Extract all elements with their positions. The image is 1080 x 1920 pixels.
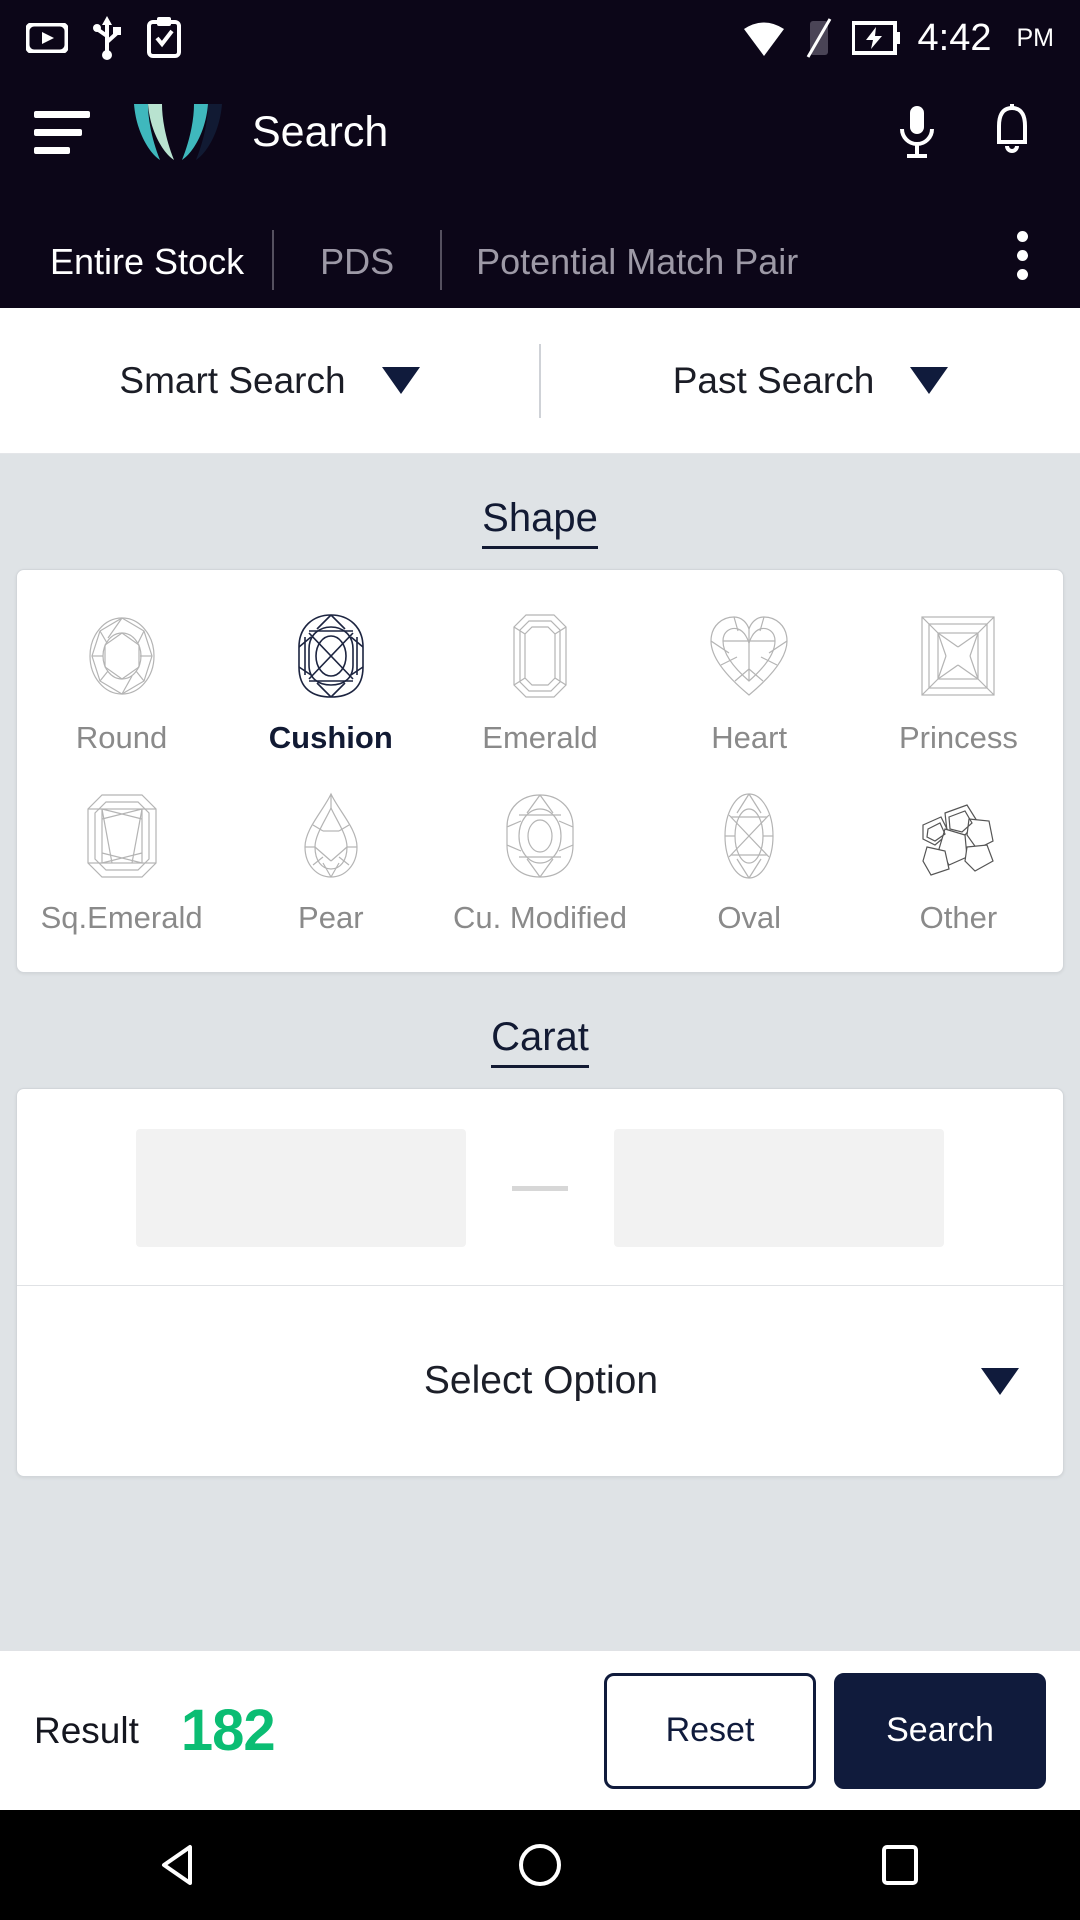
- app-bar-actions: [894, 103, 1046, 161]
- smart-search-label: Smart Search: [119, 359, 346, 401]
- shape-option-emerald[interactable]: Emerald: [435, 586, 644, 766]
- chevron-down-icon: [910, 367, 949, 394]
- other-diamonds-icon: [915, 790, 1001, 882]
- home-circle-icon[interactable]: [465, 1810, 615, 1920]
- tab-pds[interactable]: PDS: [274, 234, 440, 290]
- recents-square-icon[interactable]: [825, 1810, 975, 1920]
- app-screen: 4:42 PM Search Entire Stock PDS Potentia…: [0, 0, 1080, 1920]
- shape-section-title: Shape: [0, 454, 1080, 551]
- shape-option-oval[interactable]: Oval: [645, 766, 854, 946]
- shape-label: Other: [919, 900, 998, 935]
- status-bar: 4:42 PM: [0, 0, 1080, 76]
- android-nav-bar: [0, 1810, 1080, 1920]
- round-diamond-icon: [82, 610, 162, 702]
- shape-option-sq-emerald[interactable]: Sq.Emerald: [17, 766, 226, 946]
- status-bar-time: 4:42: [917, 16, 992, 59]
- status-bar-left-icons: [26, 16, 182, 60]
- status-bar-right-icons: 4:42 PM: [742, 17, 1054, 60]
- shape-label: Heart: [711, 720, 788, 755]
- brand: Search: [126, 100, 388, 164]
- shape-option-other[interactable]: Other: [854, 766, 1063, 946]
- past-search-label: Past Search: [672, 359, 875, 401]
- carat-range-row: [17, 1089, 1063, 1285]
- clipboard-check-icon: [146, 16, 182, 60]
- youtube-icon: [26, 23, 68, 53]
- app-bar: Search: [0, 76, 1080, 188]
- microphone-icon[interactable]: [894, 103, 940, 161]
- princess-diamond-icon: [918, 610, 998, 702]
- shape-label: Emerald: [482, 720, 598, 755]
- square-emerald-diamond-icon: [84, 790, 160, 882]
- shape-grid: Round Cushion Emerald Heart Princess Sq.…: [17, 570, 1063, 972]
- kebab-menu-icon[interactable]: [992, 220, 1052, 290]
- sim-off-icon: [804, 17, 834, 59]
- search-button[interactable]: Search: [834, 1672, 1046, 1789]
- shape-label: Cu. Modified: [452, 900, 627, 935]
- chevron-down-icon: [981, 1367, 1019, 1395]
- tab-entire-stock[interactable]: Entire Stock: [28, 234, 272, 290]
- cushion-diamond-icon: [295, 610, 367, 702]
- shape-label: Pear: [298, 900, 364, 935]
- reset-button[interactable]: Reset: [604, 1672, 816, 1789]
- carat-section-title: Carat: [0, 973, 1080, 1070]
- shape-option-princess[interactable]: Princess: [854, 586, 1063, 766]
- notification-bell-icon[interactable]: [988, 104, 1036, 160]
- shape-option-heart[interactable]: Heart: [645, 586, 854, 766]
- shape-option-cushion[interactable]: Cushion: [226, 586, 435, 766]
- wifi-icon: [742, 18, 786, 58]
- shape-label: Oval: [717, 900, 782, 935]
- footer-actions: Reset Search: [604, 1672, 1046, 1789]
- cushion-modified-icon: [503, 790, 577, 882]
- usb-icon: [92, 16, 122, 60]
- pear-diamond-icon: [301, 790, 361, 882]
- status-bar-ampm: PM: [1016, 23, 1055, 52]
- carat-card: Select Option: [16, 1088, 1064, 1477]
- carat-select-label: Select Option: [423, 1359, 659, 1402]
- search-mode-bar: Smart Search Past Search: [0, 308, 1080, 454]
- footer-bar: Result 182 Reset Search: [0, 1650, 1080, 1810]
- page-title: Search: [252, 107, 389, 156]
- wave-logo: [126, 100, 230, 164]
- shape-label: Princess: [898, 720, 1018, 755]
- battery-charging-icon: [851, 21, 900, 55]
- tab-potential-match-pair[interactable]: Potential Match Pair: [442, 234, 832, 290]
- oval-diamond-icon: [721, 790, 777, 882]
- result-count: 182: [180, 1698, 276, 1763]
- carat-range-dash: [512, 1185, 568, 1191]
- smart-search-dropdown[interactable]: Smart Search: [0, 308, 539, 453]
- carat-select-option-dropdown[interactable]: Select Option: [17, 1286, 1063, 1476]
- emerald-diamond-icon: [510, 610, 570, 702]
- result-label: Result: [34, 1709, 139, 1751]
- shape-label: Sq.Emerald: [40, 900, 203, 935]
- chevron-down-icon: [381, 367, 420, 394]
- shape-option-pear[interactable]: Pear: [226, 766, 435, 946]
- carat-from-input[interactable]: [136, 1129, 466, 1247]
- hamburger-icon[interactable]: [34, 110, 90, 154]
- shape-card: Round Cushion Emerald Heart Princess Sq.…: [16, 569, 1064, 973]
- filter-panel: Shape Round Cushion Emerald Heart Prince…: [0, 454, 1080, 1650]
- shape-option-cu-modified[interactable]: Cu. Modified: [435, 766, 644, 946]
- carat-to-input[interactable]: [614, 1129, 944, 1247]
- shape-label: Round: [75, 720, 168, 755]
- back-triangle-icon[interactable]: [105, 1810, 255, 1920]
- shape-option-round[interactable]: Round: [17, 586, 226, 766]
- shape-label: Cushion: [268, 720, 393, 755]
- past-search-dropdown[interactable]: Past Search: [541, 308, 1080, 453]
- tab-bar: Entire Stock PDS Potential Match Pair: [0, 188, 1080, 308]
- heart-diamond-icon: [707, 610, 791, 702]
